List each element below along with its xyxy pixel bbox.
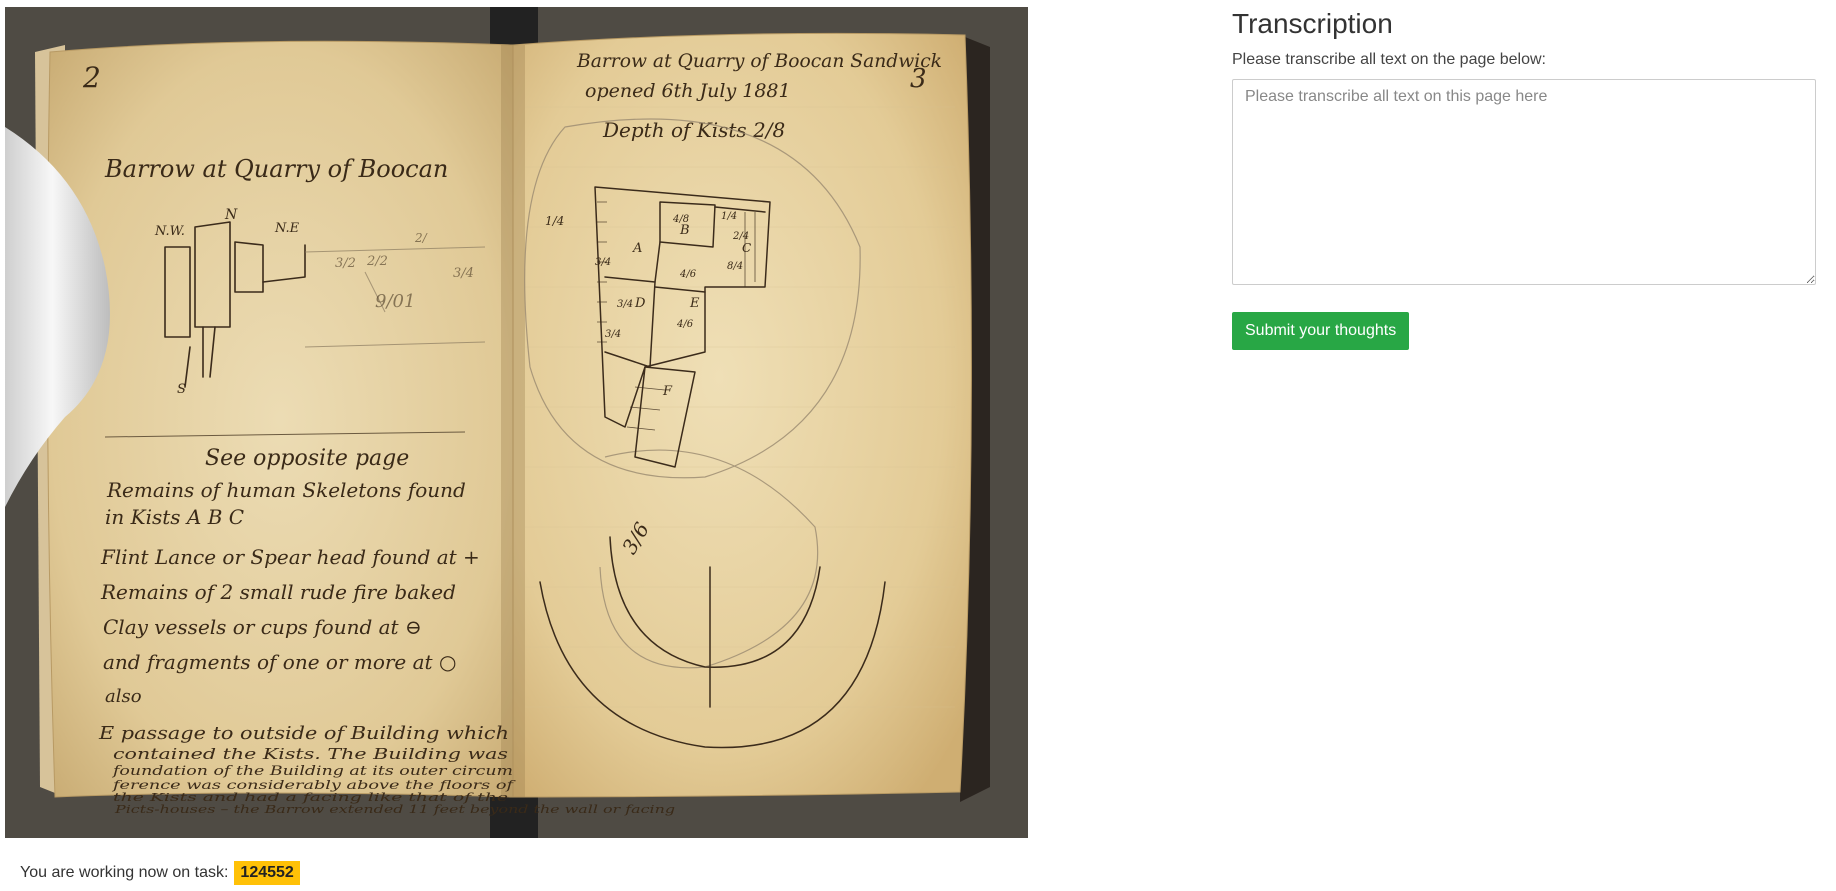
compass-n: N xyxy=(224,207,238,223)
note-line: foundation of the Building at its outer … xyxy=(112,764,513,779)
sketch-mark-5: 9/01 xyxy=(375,291,415,312)
measure: 4/6 xyxy=(676,319,694,330)
compass-nw: N.W. xyxy=(154,224,185,239)
sketch-mark-3: 2/2 xyxy=(366,254,388,269)
measure: 8/4 xyxy=(727,261,743,272)
task-id-badge: 124552 xyxy=(234,861,300,885)
kist-label-e: E xyxy=(689,296,700,311)
note-line: Remains of human Skeletons found xyxy=(106,478,466,502)
measure: 3/4 xyxy=(617,299,633,310)
kist-label-c: C xyxy=(742,241,751,255)
sketch-mark-2: 3/2 xyxy=(335,256,356,271)
task-status-label: You are working now on task: xyxy=(20,864,229,881)
right-page-number: 3 xyxy=(910,64,927,94)
note-line: in Kists A B C xyxy=(105,505,244,529)
note-line: Remains of 2 small rude fire baked xyxy=(100,580,456,604)
sketch-mark-1: 2/ xyxy=(414,231,429,245)
measure: 4/6 xyxy=(679,269,697,280)
left-page-heading: Barrow at Quarry of Boocan xyxy=(104,155,448,183)
note-line: contained the Kists. The Building was xyxy=(113,745,508,763)
note-line: Picts-houses – the Barrow extended 11 fe… xyxy=(114,803,675,816)
measure: 1/4 xyxy=(721,211,737,222)
task-status: You are working now on task: 124552 xyxy=(20,861,300,885)
measure: 4/8 xyxy=(672,214,689,225)
measure: 1/4 xyxy=(545,214,564,228)
sketch-mark-4: 3/4 xyxy=(453,266,474,281)
kist-label-b: B xyxy=(679,223,690,238)
measure: 3/4 xyxy=(605,329,621,340)
right-page-heading-1: Barrow at Quarry of Boocan Sandwick xyxy=(576,50,942,72)
note-line: E passage to outside of Building which xyxy=(98,723,509,744)
note-line: ference was considerably above the floor… xyxy=(112,778,517,792)
submit-button[interactable]: Submit your thoughts xyxy=(1232,312,1410,350)
transcription-instructions: Please transcribe all text on the page b… xyxy=(1232,51,1546,68)
note-line: also xyxy=(105,686,142,707)
measure: 3/4 xyxy=(595,257,611,268)
manuscript-image: 2 Barrow at Quarry of Boocan N.W. N N.E … xyxy=(5,7,1028,838)
right-page-heading-2: opened 6th July 1881 xyxy=(585,80,791,102)
measure: 2/4 xyxy=(732,231,749,242)
left-page-number: 2 xyxy=(82,61,101,94)
note-line: Clay vessels or cups found at ⊖ xyxy=(103,615,422,639)
transcription-panel: Transcription Please transcribe all text… xyxy=(1232,8,1816,350)
note-line: Flint Lance or Spear head found at + xyxy=(100,545,480,569)
note-line: and fragments of one or more at ○ xyxy=(103,650,456,674)
transcription-textarea[interactable] xyxy=(1232,79,1816,285)
kist-label-f: F xyxy=(662,384,673,399)
compass-ne: N.E xyxy=(274,221,300,236)
kist-label-d: D xyxy=(634,296,646,311)
see-opposite-note: See opposite page xyxy=(205,446,409,471)
kist-label-a: A xyxy=(632,241,642,256)
panel-title: Transcription xyxy=(1232,8,1393,39)
